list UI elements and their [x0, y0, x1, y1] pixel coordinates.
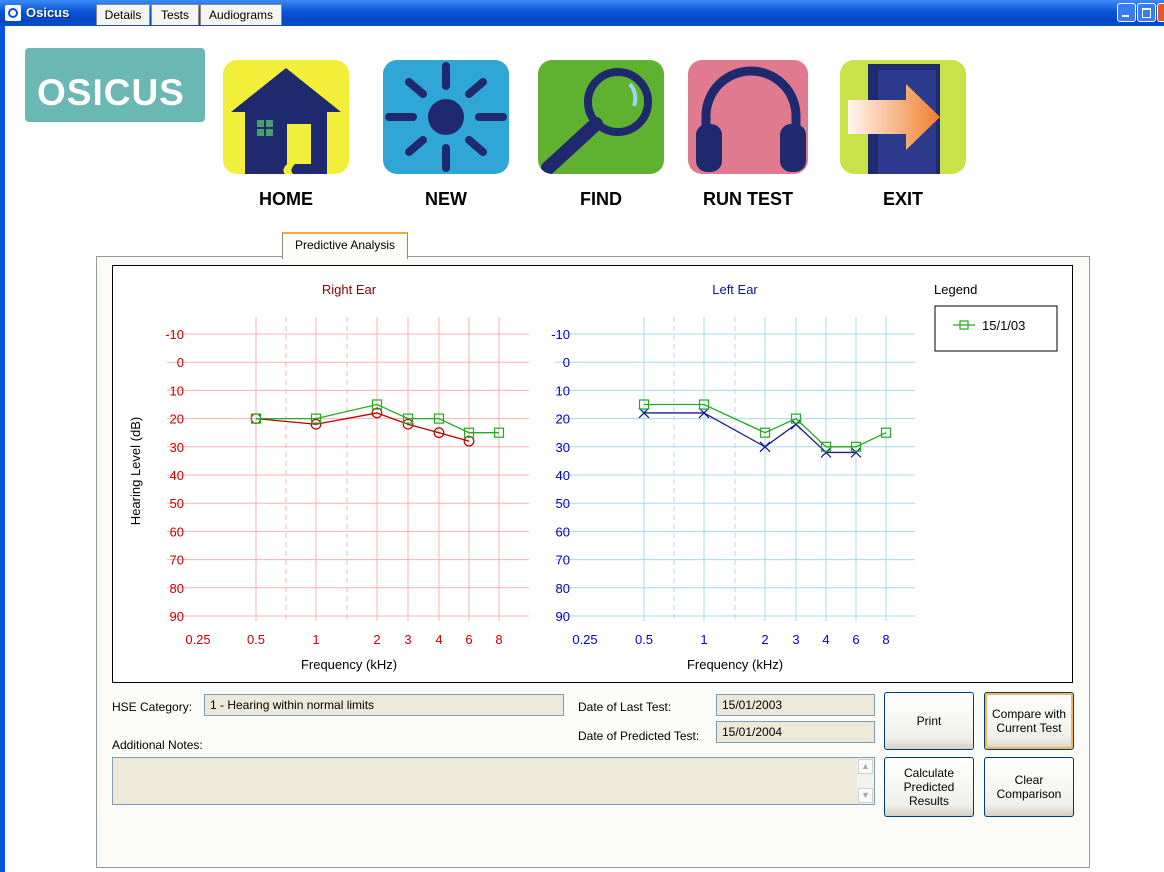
x-tick-label: 6: [465, 632, 472, 647]
tab-tests[interactable]: Tests: [151, 4, 199, 25]
y-tick-label: 20: [556, 412, 570, 427]
y-tick-label: 90: [170, 609, 184, 624]
run-test-button[interactable]: RUN TEST: [675, 58, 825, 220]
magnifier-icon: [538, 60, 664, 174]
find-button[interactable]: FIND: [528, 58, 678, 220]
exit-label: EXIT: [882, 189, 923, 209]
x-tick-label: 3: [404, 632, 411, 647]
y-tick-label: 10: [556, 383, 570, 398]
headphones-icon: [688, 60, 808, 174]
y-tick-label: 50: [556, 496, 570, 511]
clear-comparison-button[interactable]: Clear Comparison: [984, 757, 1074, 817]
legend-entry: 15/1/03: [982, 318, 1025, 333]
close-window-button[interactable]: [1157, 3, 1164, 22]
x-tick-label: 6: [852, 632, 859, 647]
run-test-label: RUN TEST: [703, 189, 793, 209]
last-test-label: Date of Last Test:: [578, 700, 672, 714]
y-tick-label: 10: [170, 383, 184, 398]
maximize-button[interactable]: [1137, 3, 1156, 22]
x-tick-label: 4: [435, 632, 442, 647]
home-icon: [223, 60, 349, 174]
y-tick-label: 70: [556, 553, 570, 568]
x-tick-label: 0.5: [247, 632, 265, 647]
y-tick-label: 90: [556, 609, 570, 624]
x-tick-label: 0.25: [185, 632, 210, 647]
tab-audiograms[interactable]: Audiograms: [200, 4, 282, 25]
new-label: NEW: [425, 189, 467, 209]
home-button[interactable]: HOME: [213, 58, 363, 220]
x-tick-label: 1: [312, 632, 319, 647]
x-tick-label: 2: [761, 632, 768, 647]
predicted-test-label: Date of Predicted Test:: [578, 729, 700, 743]
scroll-down-icon[interactable]: ▼: [858, 788, 873, 803]
calculate-predicted-button[interactable]: Calculate Predicted Results: [884, 757, 974, 817]
hse-category-label: HSE Category:: [112, 700, 193, 714]
y-tick-label: 40: [556, 468, 570, 483]
minimize-button[interactable]: [1117, 3, 1136, 22]
tab-details[interactable]: Details: [96, 4, 150, 25]
notes-scrollbar[interactable]: ▲ ▼: [857, 758, 874, 804]
x-tick-label: 8: [495, 632, 502, 647]
x-tick-label: 8: [882, 632, 889, 647]
right-ear-title: Right Ear: [322, 282, 377, 297]
y-tick-label: 50: [170, 496, 184, 511]
y-tick-label: 30: [170, 440, 184, 455]
x-tick-label: 1: [700, 632, 707, 647]
y-tick-label: 60: [556, 524, 570, 539]
x-tick-label: 0.25: [572, 632, 597, 647]
y-tick-label: 80: [170, 581, 184, 596]
print-button[interactable]: Print: [884, 692, 974, 750]
y-tick-label: 30: [556, 440, 570, 455]
y-tick-label: 0: [563, 355, 570, 370]
new-button[interactable]: NEW: [373, 58, 523, 220]
app-icon[interactable]: [5, 5, 21, 21]
window-title: Osicus: [26, 5, 70, 20]
y-tick-label: 20: [170, 412, 184, 427]
legend-title: Legend: [934, 282, 977, 297]
y-tick-label: 60: [170, 524, 184, 539]
hse-category-field[interactable]: 1 - Hearing within normal limits: [204, 694, 564, 716]
tab-predictive-analysis[interactable]: Predictive Analysis: [282, 232, 408, 259]
x-tick-label: 3: [792, 632, 799, 647]
logo-text: OSICUS: [37, 72, 185, 113]
find-label: FIND: [580, 189, 622, 209]
x-tick-label: 2: [373, 632, 380, 647]
last-test-field[interactable]: 15/01/2003: [716, 694, 875, 716]
sun-icon: [383, 60, 509, 174]
y-tick-label: 0: [177, 355, 184, 370]
y-tick-label: 40: [170, 468, 184, 483]
x-axis-label: Frequency (kHz): [687, 657, 783, 672]
y-tick-label: 70: [170, 553, 184, 568]
y-axis-label: Hearing Level (dB): [128, 417, 143, 525]
audiogram-chart: -10 0 10 20 30 40 50 60 70 80 90 0.25 0.5 1 2 3 4 6 8 Right…: [112, 265, 1073, 683]
app-logo: OSICUS: [25, 48, 205, 122]
audiogram-svg: -1001020304050607080900.25 0.5 1 2 3 4 6 8Right…: [128, 282, 1058, 672]
additional-notes-field[interactable]: ▲ ▼: [112, 757, 875, 805]
exit-door-icon: [840, 60, 966, 174]
home-label: HOME: [259, 189, 313, 209]
y-tick-label: 80: [556, 581, 570, 596]
y-tick-label: -10: [165, 327, 184, 342]
x-axis-label: Frequency (kHz): [301, 657, 397, 672]
predicted-test-field[interactable]: 15/01/2004: [716, 721, 875, 743]
scroll-up-icon[interactable]: ▲: [858, 759, 873, 774]
compare-button[interactable]: Compare with Current Test: [984, 692, 1074, 750]
window-border: [0, 26, 5, 872]
x-tick-label: 0.5: [635, 632, 653, 647]
left-ear-title: Left Ear: [712, 282, 758, 297]
exit-button[interactable]: EXIT: [830, 58, 980, 220]
additional-notes-label: Additional Notes:: [112, 738, 203, 752]
x-tick-label: 4: [822, 632, 829, 647]
y-tick-label: -10: [551, 327, 570, 342]
